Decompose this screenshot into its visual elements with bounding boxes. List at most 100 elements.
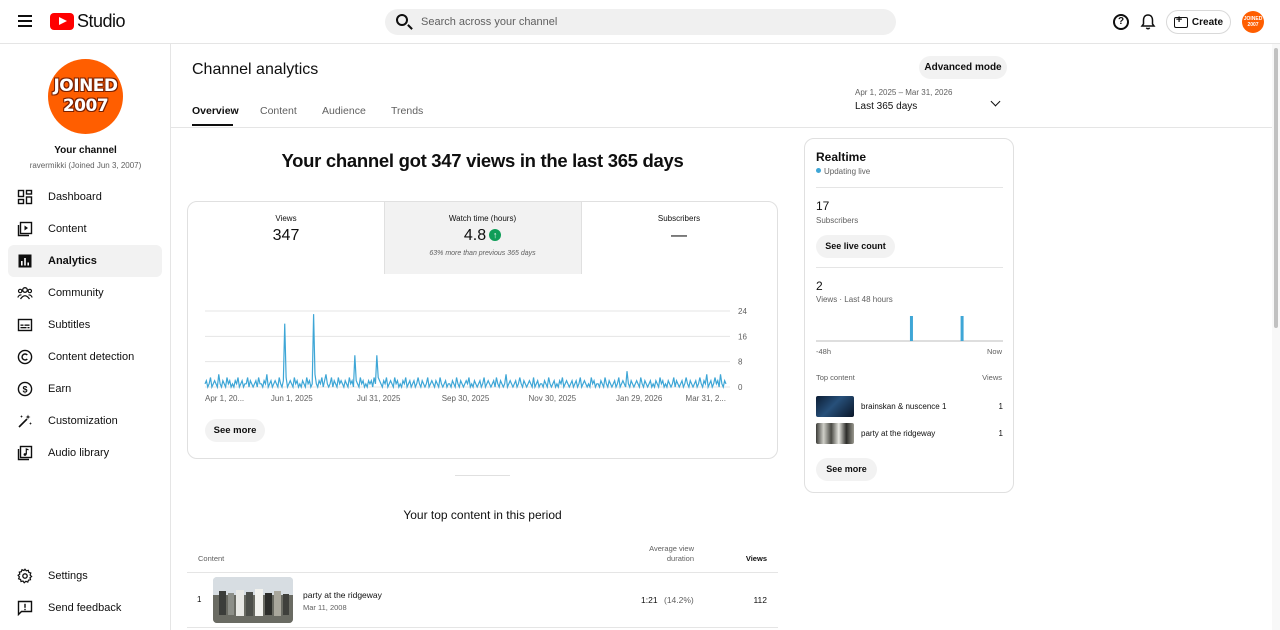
avatar-text-line1: JOINED <box>53 76 118 96</box>
realtime-views-column-label: Views <box>982 373 1002 382</box>
page-scrollbar[interactable] <box>1272 44 1280 630</box>
video-views: 1 <box>998 429 1003 438</box>
top-content-title: Your top content in this period <box>403 508 562 522</box>
search-input[interactable] <box>421 9 881 35</box>
video-date: Mar 11, 2008 <box>303 603 347 612</box>
realtime-bar <box>960 316 964 341</box>
column-header-content: Content <box>198 554 225 563</box>
sidebar-item-send-feedback[interactable]: Send feedback <box>8 592 162 624</box>
column-header-line: Average view <box>649 544 694 553</box>
see-live-count-button[interactable]: See live count <box>816 235 895 258</box>
sidebar-item-earn[interactable]: $ Earn <box>8 373 162 405</box>
see-more-button[interactable]: See more <box>205 419 265 442</box>
views-series-line <box>204 314 727 390</box>
svg-text:$: $ <box>22 385 27 395</box>
x-tick-label: Jan 29, 2026 <box>616 394 663 403</box>
create-label: Create <box>1191 16 1224 28</box>
copyright-icon <box>17 349 33 365</box>
row-rank: 1 <box>197 595 202 604</box>
sidebar-item-label: Analytics <box>48 255 97 267</box>
metric-label: Watch time (hours) <box>448 214 517 223</box>
studio-logo[interactable]: Studio <box>50 11 126 32</box>
realtime-divider <box>816 187 1003 188</box>
sidebar-item-dashboard[interactable]: Dashboard <box>8 181 162 213</box>
avatar-text-line2: 2007 <box>62 96 109 116</box>
channel-avatar[interactable]: JOINED 2007 <box>48 59 123 134</box>
video-thumbnail <box>816 423 854 444</box>
hamburger-menu-icon[interactable] <box>14 12 36 32</box>
notifications-bell-icon[interactable] <box>1140 13 1156 31</box>
video-thumbnail-image <box>213 577 293 623</box>
sidebar-item-content-detection[interactable]: Content detection <box>8 341 162 373</box>
create-button[interactable]: Create <box>1166 10 1231 34</box>
metric-note: 63% more than previous 365 days <box>429 250 536 257</box>
sidebar-item-label: Audio library <box>48 447 110 459</box>
dashboard-icon <box>17 189 33 205</box>
video-views: 112 <box>753 595 767 605</box>
realtime-views-bar-chart <box>816 316 1003 342</box>
realtime-see-more-button[interactable]: See more <box>816 458 877 481</box>
active-tab-indicator <box>192 124 233 126</box>
tabs-divider <box>171 127 1272 128</box>
realtime-bar <box>909 316 913 341</box>
search-icon[interactable] <box>396 14 408 26</box>
magic-wand-icon <box>18 414 32 428</box>
sidebar-item-audio-library[interactable]: Audio library <box>8 437 162 469</box>
x-tick-label: Apr 1, 20... <box>205 394 244 403</box>
realtime-list-item[interactable]: party at the ridgeway 1 <box>816 423 1003 445</box>
tab-audience[interactable]: Audience <box>322 105 366 117</box>
live-label: Updating live <box>824 167 871 176</box>
date-range-picker[interactable]: Apr 1, 2025 – Mar 31, 2026 Last 365 days <box>855 88 1007 120</box>
realtime-list-item[interactable]: brainskan & nuscence 1 1 <box>816 396 1003 418</box>
account-avatar[interactable]: JOINED 2007 <box>1242 11 1264 33</box>
gear-icon <box>17 568 33 584</box>
metric-views[interactable]: Views 347 <box>188 202 384 274</box>
video-title: party at the ridgeway <box>861 429 936 438</box>
tab-content[interactable]: Content <box>260 105 297 117</box>
help-icon[interactable]: ? <box>1113 14 1129 30</box>
dollar-icon: $ <box>17 381 33 397</box>
x-tick-label: Mar 31, 2... <box>686 394 726 403</box>
sidebar-item-customization[interactable]: Customization <box>8 405 162 437</box>
youtube-logo-icon <box>50 13 74 30</box>
column-header-views[interactable]: Views <box>736 554 767 563</box>
top-bar: Studio ? Create JOINED2007 <box>0 0 1280 44</box>
metric-value: 347 <box>272 227 300 244</box>
tab-trends[interactable]: Trends <box>391 105 423 117</box>
column-header-line: duration <box>666 554 694 563</box>
sidebar-item-label: Customization <box>48 415 118 427</box>
community-icon <box>17 287 33 300</box>
realtime-title: Realtime <box>816 150 867 164</box>
audio-library-icon <box>17 445 33 461</box>
subtitles-icon <box>17 318 33 332</box>
sidebar-item-analytics[interactable]: Analytics <box>8 245 162 277</box>
advanced-mode-button[interactable]: Advanced mode <box>919 56 1007 79</box>
sidebar-item-content[interactable]: Content <box>8 213 162 245</box>
realtime-views-value: 2 <box>816 279 823 293</box>
metric-divider <box>581 202 582 274</box>
views-line-chart: 0 8 16 24 Apr 1, 20... Jun 1, 2025 Jul 31, 20… <box>204 307 747 403</box>
sidebar-item-subtitles[interactable]: Subtitles <box>8 309 162 341</box>
page-title: Channel analytics <box>192 61 319 78</box>
table-row[interactable]: 1 party at the ridgeway Mar 11, 2008 1:2… <box>187 573 778 628</box>
search-bar[interactable] <box>385 9 896 35</box>
studio-logo-text: Studio <box>77 11 126 31</box>
live-dot-icon <box>816 168 821 173</box>
sidebar-item-settings[interactable]: Settings <box>8 560 162 592</box>
column-header-avg-duration[interactable]: Average view duration <box>620 544 694 563</box>
sidebar-item-label: Subtitles <box>48 319 91 331</box>
tab-overview[interactable]: Overview <box>192 105 239 117</box>
video-title[interactable]: party at the ridgeway <box>303 590 382 600</box>
y-tick-label: 24 <box>738 307 747 316</box>
metric-label: Views <box>275 214 297 223</box>
sidebar: JOINED 2007 Your channel ravermikki (Joi… <box>0 44 171 630</box>
realtime-views-label: Views · Last 48 hours <box>816 295 893 304</box>
metric-subscribers[interactable]: Subscribers — <box>581 202 777 274</box>
metric-watch-time[interactable]: Watch time (hours) 4.8 ↑ 63% more than pr… <box>384 202 581 274</box>
sidebar-item-label: Send feedback <box>48 602 122 614</box>
video-thumbnail[interactable] <box>213 577 293 623</box>
sidebar-item-community[interactable]: Community <box>8 277 162 309</box>
realtime-top-content-label: Top content <box>816 373 855 382</box>
scrollbar-thumb[interactable] <box>1274 48 1278 328</box>
metric-divider <box>384 202 385 274</box>
